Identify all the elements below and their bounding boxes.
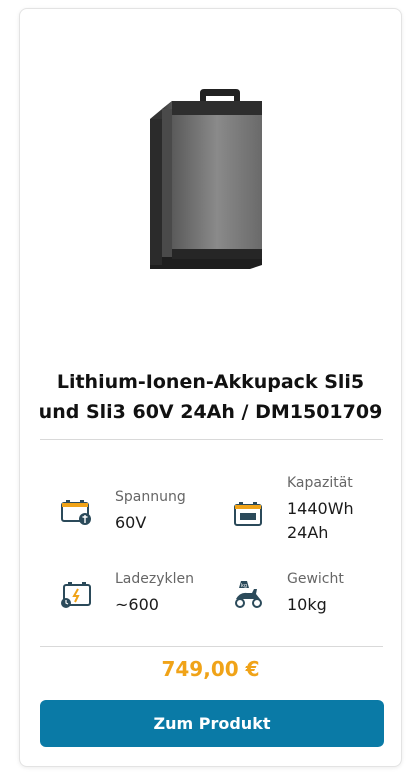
spec-label: Spannung (115, 489, 186, 505)
spec-value: 10kg (287, 595, 327, 614)
battery-voltage-icon (61, 500, 91, 525)
spec-label: Kapazität (287, 475, 353, 491)
spec-value-secondary: 24Ah (287, 523, 329, 542)
spec-value: 60V (115, 513, 147, 532)
spec-label: Ladezyklen (115, 571, 194, 587)
divider (40, 646, 383, 647)
product-card: Lithium-Ionen-Akkupack Sli5 und Sli3 60V… (19, 8, 402, 767)
battery-cycles-icon (61, 582, 91, 608)
spec-label: Gewicht (287, 571, 344, 587)
scooter-weight-icon: kg (235, 581, 262, 608)
product-title-line1: Lithium-Ionen-Akkupack Sli5 (56, 371, 365, 393)
divider (40, 439, 383, 440)
product-title: Lithium-Ionen-Akkupack Sli5 und Sli3 60V… (20, 367, 401, 427)
product-title-line2: und Sli3 60V 24Ah / DM1501709 (38, 401, 383, 423)
product-price: 749,00 € (161, 657, 260, 681)
to-product-button[interactable]: Zum Produkt (40, 700, 384, 747)
svg-text:kg: kg (241, 583, 247, 589)
spec-value: 1440Wh (287, 499, 354, 518)
battery-capacity-icon (234, 502, 262, 526)
battery-pack-image (150, 89, 262, 269)
spec-value: ~600 (115, 595, 159, 614)
